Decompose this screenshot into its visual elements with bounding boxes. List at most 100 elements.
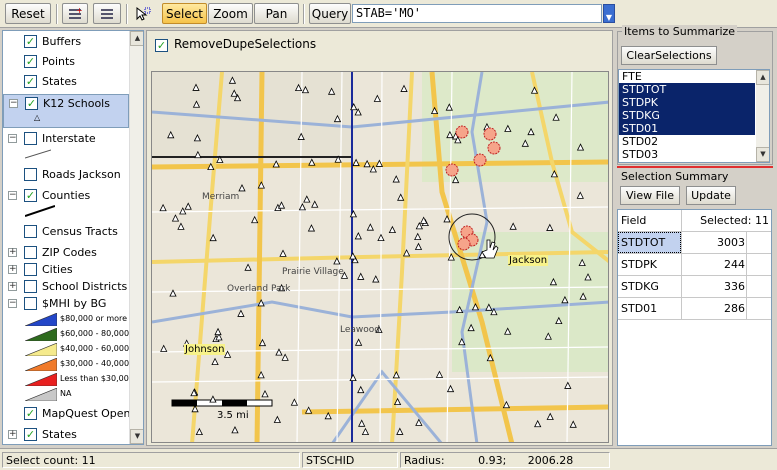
layer-checkbox[interactable]: ✓ xyxy=(24,35,37,48)
jackson-label: Jackson xyxy=(508,255,549,266)
update-button[interactable]: Update xyxy=(686,186,736,205)
layer-item[interactable]: + ZIP Codes xyxy=(3,244,129,262)
summary-item[interactable]: STDKG xyxy=(619,109,755,122)
layer-scrollbar[interactable]: ▲ ▼ xyxy=(129,31,143,444)
items-scrollbar[interactable]: ▲ ▼ xyxy=(756,70,769,162)
expand-icon[interactable]: − xyxy=(8,299,17,308)
layer-item[interactable]: − Interstate xyxy=(3,130,129,148)
layer-item[interactable]: ✓ States xyxy=(3,73,129,91)
layer-item[interactable]: − ✓ Counties xyxy=(3,187,129,205)
zoom-button[interactable]: Zoom xyxy=(208,3,253,24)
selected-school-marker[interactable] xyxy=(473,153,487,167)
radius-label: Radius: xyxy=(404,454,445,467)
legend-label: $80,000 or more xyxy=(60,314,128,323)
johnson-label: Johnson xyxy=(184,344,226,355)
legend-swatch xyxy=(24,342,58,357)
expand-icon[interactable]: + xyxy=(8,282,17,291)
radius-extra: 2006.28 xyxy=(527,454,574,467)
add-layer-icon[interactable]: + xyxy=(62,3,88,24)
selection-summary-title: Selection Summary xyxy=(621,170,729,183)
layer-item[interactable]: ✓ MapQuest OpenSt xyxy=(3,405,142,423)
scroll-up-icon[interactable]: ▲ xyxy=(756,70,769,85)
layer-checkbox[interactable] xyxy=(24,280,37,293)
select-arrow-icon[interactable] xyxy=(131,3,155,24)
map-area: ✓ RemoveDupeSelections Johnson Jackson 3… xyxy=(146,30,613,446)
query-input[interactable]: STAB='MO' xyxy=(352,4,602,23)
table-row[interactable]: STDKG 336 xyxy=(618,276,771,298)
table-row[interactable]: STDPK 244 xyxy=(618,254,771,276)
legend-swatch xyxy=(24,312,58,327)
map-canvas[interactable]: Johnson Jackson 3.5 mi Merriam Overland … xyxy=(151,71,609,443)
scroll-down-icon[interactable]: ▼ xyxy=(756,147,769,162)
legend-swatch xyxy=(24,372,58,387)
summary-item[interactable]: STD01 xyxy=(619,122,755,135)
reset-button[interactable]: Reset xyxy=(5,3,51,24)
legend-label: NA xyxy=(60,389,72,398)
list-add-icon: + xyxy=(69,7,83,19)
layer-item[interactable]: ✓ Buffers xyxy=(3,33,129,51)
items-list[interactable]: FTE STDTOT STDPK STDKG STD01 STD02 STD03 ▲ ▼ xyxy=(618,69,770,163)
toolbar-separator xyxy=(303,4,305,24)
scroll-up-icon[interactable]: ▲ xyxy=(130,31,143,46)
place-label: Leawood xyxy=(340,325,380,335)
layer-checkbox[interactable]: ✓ xyxy=(24,428,37,441)
layer-checkbox[interactable] xyxy=(24,132,37,145)
layer-checkbox[interactable] xyxy=(24,246,37,259)
layer-checkbox[interactable] xyxy=(24,263,37,276)
layer-item[interactable]: − $MHI by BG xyxy=(3,295,129,313)
grid-header: Field Selected: 11 xyxy=(618,210,771,232)
selected-school-marker[interactable] xyxy=(483,127,497,141)
layer-checkbox[interactable]: ✓ xyxy=(25,97,38,110)
expand-icon[interactable]: + xyxy=(8,248,17,257)
view-file-button[interactable]: View File xyxy=(620,186,680,205)
scroll-down-icon[interactable]: ▼ xyxy=(130,429,143,444)
summary-item[interactable]: FTE xyxy=(619,70,755,83)
items-title: Items to Summarize xyxy=(622,25,738,38)
selected-school-marker[interactable] xyxy=(457,237,471,251)
layer-label: K12 Schools xyxy=(43,97,110,110)
layer-checkbox[interactable]: ✓ xyxy=(24,75,37,88)
layer-checkbox[interactable]: ✓ xyxy=(24,189,37,202)
expand-icon[interactable]: + xyxy=(8,265,17,274)
remove-dupe-checkbox[interactable]: ✓ xyxy=(155,39,168,52)
layer-checkbox[interactable] xyxy=(24,168,37,181)
select-button[interactable]: Select xyxy=(162,3,207,24)
layer-label: States xyxy=(42,75,77,88)
table-row[interactable]: STD01 286 xyxy=(618,298,771,320)
expand-icon[interactable]: − xyxy=(9,99,18,108)
clear-selections-button[interactable]: ClearSelections xyxy=(621,46,717,65)
header-field: Field xyxy=(621,214,647,227)
table-row[interactable]: STDTOT 3003 xyxy=(618,232,771,254)
layer-checkbox[interactable]: ✓ xyxy=(24,407,37,420)
place-label: Prairie Village xyxy=(282,267,344,277)
list-icon-button[interactable] xyxy=(93,3,121,24)
layer-item[interactable]: + Cities xyxy=(3,261,129,279)
summary-item[interactable]: STDPK xyxy=(619,96,755,109)
selected-school-marker[interactable] xyxy=(487,141,501,155)
layer-item[interactable]: ✓ Points xyxy=(3,53,129,71)
layer-checkbox[interactable] xyxy=(24,225,37,238)
layer-item[interactable]: Roads Jackson xyxy=(3,166,129,184)
layer-label: $MHI by BG xyxy=(42,297,107,310)
layer-checkbox[interactable] xyxy=(24,297,37,310)
selected-school-marker[interactable] xyxy=(455,125,469,139)
panel-divider xyxy=(617,166,773,168)
pan-button[interactable]: Pan xyxy=(254,3,299,24)
summary-item[interactable]: STD02 xyxy=(619,135,755,148)
layer-item[interactable]: + School Districts xyxy=(3,278,129,296)
summary-grid: Field Selected: 11 STDTOT 3003 STDPK 244 STD… xyxy=(617,209,772,446)
layer-item[interactable]: + ✓ States xyxy=(3,426,129,444)
expand-icon[interactable]: − xyxy=(8,134,17,143)
query-button[interactable]: Query xyxy=(309,3,351,24)
layer-checkbox[interactable]: ✓ xyxy=(24,55,37,68)
layer-item[interactable]: − ✓ K12 Schools △ xyxy=(3,94,129,128)
toolbar-separator xyxy=(56,4,58,24)
expand-icon[interactable]: − xyxy=(8,191,17,200)
layer-item[interactable]: Census Tracts xyxy=(3,223,129,241)
scale-label: 3.5 mi xyxy=(217,410,249,421)
selected-school-marker[interactable] xyxy=(445,163,459,177)
expand-icon[interactable]: + xyxy=(8,430,17,439)
summary-item[interactable]: STDTOT xyxy=(619,83,755,96)
chevron-down-icon[interactable]: ▼ xyxy=(603,4,615,23)
summary-item[interactable]: STD03 xyxy=(619,148,755,161)
